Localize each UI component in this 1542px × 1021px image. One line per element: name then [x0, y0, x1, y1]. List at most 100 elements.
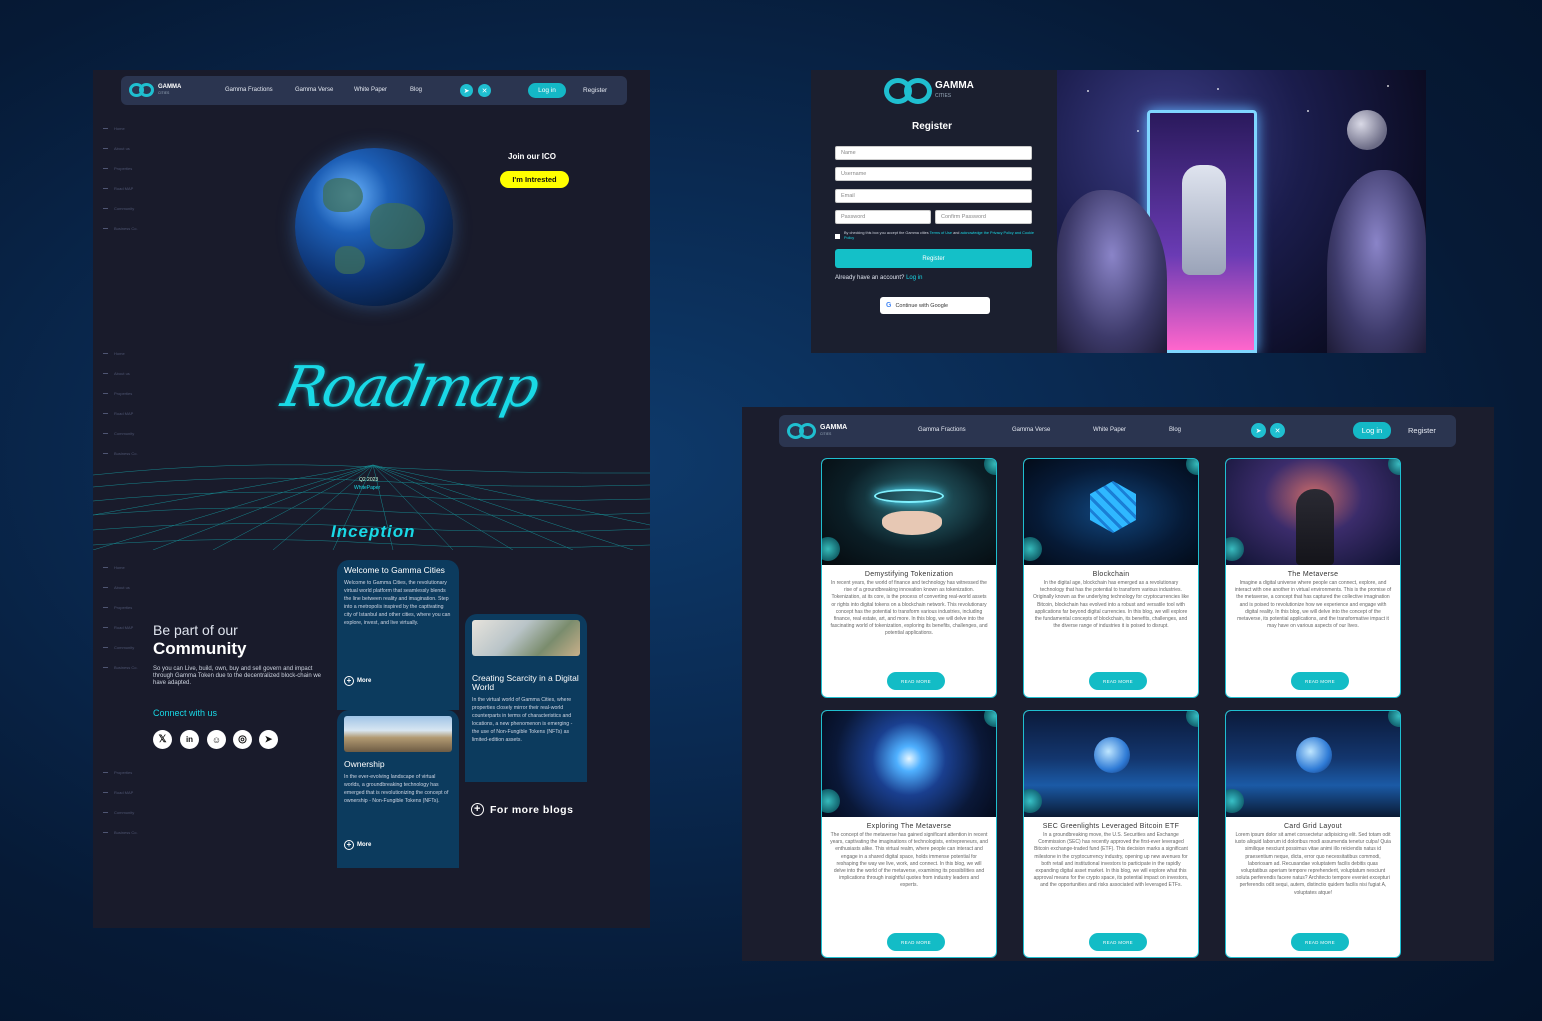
side-menu-item[interactable]: Road MAP: [103, 403, 138, 423]
login-button[interactable]: Log in: [1353, 422, 1391, 439]
register-link[interactable]: Register: [583, 87, 607, 94]
side-menu-item[interactable]: Properties: [103, 762, 138, 782]
side-menu-item[interactable]: Properties: [103, 158, 138, 178]
blog-card[interactable]: Exploring The Metaverse The concept of t…: [821, 710, 997, 958]
blog-card[interactable]: Card Grid Layout Lorem ipsum dolor sit a…: [1225, 710, 1401, 958]
more-button[interactable]: + More: [344, 676, 371, 686]
infinity-logo-icon: [787, 423, 817, 439]
blog-card-image: [1226, 711, 1400, 817]
register-form: GAMMA CITIES Register Name Username Email…: [811, 70, 1056, 353]
more-button[interactable]: + More: [344, 840, 371, 850]
blog-card-body: Welcome to Gamma Cities, the revolutiona…: [344, 580, 451, 626]
discord-icon[interactable]: ☺: [207, 730, 226, 749]
blog-card[interactable]: Blockchain In the digital age, blockchai…: [1023, 458, 1199, 698]
x-icon[interactable]: 𝕏: [153, 730, 172, 749]
blog-card-title: Welcome to Gamma Cities: [344, 565, 445, 575]
blog-card-ownership[interactable]: Ownership In the ever-evolving landscape…: [337, 710, 459, 868]
read-more-button[interactable]: READ MORE: [1291, 933, 1349, 951]
astronaut-portal-image: [1057, 70, 1426, 353]
nav-white-paper[interactable]: White Paper: [354, 87, 387, 93]
username-field[interactable]: Username: [835, 167, 1032, 181]
side-menu-item[interactable]: About us: [103, 363, 138, 383]
community-description: So you can Live, build, own, buy and sel…: [153, 666, 321, 686]
blog-card-welcome[interactable]: Welcome to Gamma Cities Welcome to Gamma…: [337, 560, 459, 710]
nav-gamma-verse[interactable]: Gamma Verse: [1012, 427, 1050, 433]
brand-logo[interactable]: GAMMA CITIES: [129, 83, 181, 97]
read-more-button[interactable]: READ MORE: [1291, 672, 1349, 690]
login-button[interactable]: Log in: [528, 83, 566, 98]
roadmap-milestone-date: Q2 2023: [359, 477, 379, 483]
more-blogs-link[interactable]: + For more blogs: [471, 803, 573, 816]
blog-card-image: [344, 716, 452, 752]
roadmap-milestone-label[interactable]: WhitePaper: [354, 485, 380, 491]
read-more-button[interactable]: READ MORE: [1089, 672, 1147, 690]
brand-logo[interactable]: GAMMA CITIES: [884, 78, 974, 104]
side-menu-item[interactable]: Community: [103, 637, 138, 657]
google-icon: G: [886, 302, 892, 309]
google-signin-button[interactable]: G Continue with Google: [880, 297, 990, 314]
terms-of-use-link[interactable]: Terms of Use: [930, 231, 952, 235]
blog-card[interactable]: The Metaverse Imagine a digital universe…: [1225, 458, 1401, 698]
read-more-button[interactable]: READ MORE: [887, 672, 945, 690]
side-menu-item[interactable]: Home: [103, 118, 138, 138]
blog-card[interactable]: SEC Greenlights Leveraged Bitcoin ETF In…: [1023, 710, 1199, 958]
plus-circle-icon: +: [344, 840, 354, 850]
plus-circle-icon: +: [344, 676, 354, 686]
side-menu-item[interactable]: Road MAP: [103, 617, 138, 637]
community-title: Community: [153, 639, 247, 658]
blog-card-image: [1024, 459, 1198, 565]
landing-page-panel: GAMMA CITIES Gamma Fractions Gamma Verse …: [93, 70, 650, 928]
email-field[interactable]: Email: [835, 189, 1032, 203]
side-menu-item[interactable]: Community: [103, 802, 138, 822]
side-menu-item[interactable]: Business Co.: [103, 218, 138, 238]
terms-checkbox[interactable]: [835, 234, 840, 239]
name-field[interactable]: Name: [835, 146, 1032, 160]
telegram-icon[interactable]: ➤: [259, 730, 278, 749]
blog-card-image: [1226, 459, 1400, 565]
blog-card-title: SEC Greenlights Leveraged Bitcoin ETF: [1042, 823, 1180, 830]
side-menu: Home About us Properties Road MAP Commun…: [103, 118, 138, 238]
instagram-icon[interactable]: ◎: [233, 730, 252, 749]
brand-logo[interactable]: GAMMA CITIES: [787, 423, 847, 439]
have-account-text: Already have an account? Log in: [835, 275, 923, 281]
ico-title: Join our ICO: [508, 152, 556, 161]
nav-gamma-verse[interactable]: Gamma Verse: [295, 87, 333, 93]
blog-card-title: Ownership: [344, 759, 385, 769]
nav-white-paper[interactable]: White Paper: [1093, 427, 1126, 433]
side-menu-item[interactable]: Home: [103, 343, 138, 363]
blog-card-body: Imagine a digital universe where people …: [1234, 580, 1392, 630]
read-more-button[interactable]: READ MORE: [1089, 933, 1147, 951]
x-icon[interactable]: ✕: [478, 84, 491, 97]
blog-card-image: [822, 459, 996, 565]
register-button[interactable]: Register: [835, 249, 1032, 268]
side-menu-item[interactable]: Community: [103, 423, 138, 443]
brand-sub: CITIES: [935, 93, 952, 99]
side-menu-item[interactable]: Business Co.: [103, 822, 138, 842]
blog-grid-page-panel: GAMMA CITIES Gamma Fractions Gamma Verse …: [742, 407, 1494, 961]
linkedin-icon[interactable]: in: [180, 730, 199, 749]
telegram-icon[interactable]: ➤: [1251, 423, 1266, 438]
login-link[interactable]: Log in: [906, 275, 922, 281]
nav-blog[interactable]: Blog: [410, 87, 422, 93]
side-menu-item[interactable]: Business Co.: [103, 657, 138, 677]
side-menu-item[interactable]: Home: [103, 557, 138, 577]
nav-gamma-fractions[interactable]: Gamma Fractions: [918, 427, 966, 433]
interested-button[interactable]: I'm Intrested: [500, 171, 569, 188]
side-menu-item[interactable]: About us: [103, 577, 138, 597]
nav-blog[interactable]: Blog: [1169, 427, 1181, 433]
confirm-password-field[interactable]: Confirm Password: [935, 210, 1032, 224]
side-menu-item[interactable]: Properties: [103, 383, 138, 403]
register-link[interactable]: Register: [1408, 426, 1436, 435]
side-menu-item[interactable]: Road MAP: [103, 782, 138, 802]
blog-card-scarcity[interactable]: Creating Scarcity in a Digital World In …: [465, 614, 587, 782]
blog-card[interactable]: Demystifying Tokenization In recent year…: [821, 458, 997, 698]
password-field[interactable]: Password: [835, 210, 931, 224]
side-menu-item[interactable]: Properties: [103, 597, 138, 617]
side-menu-item[interactable]: Road MAP: [103, 178, 138, 198]
side-menu-item[interactable]: Community: [103, 198, 138, 218]
side-menu-item[interactable]: About us: [103, 138, 138, 158]
nav-gamma-fractions[interactable]: Gamma Fractions: [225, 87, 273, 93]
read-more-button[interactable]: READ MORE: [887, 933, 945, 951]
x-icon[interactable]: ✕: [1270, 423, 1285, 438]
telegram-icon[interactable]: ➤: [460, 84, 473, 97]
